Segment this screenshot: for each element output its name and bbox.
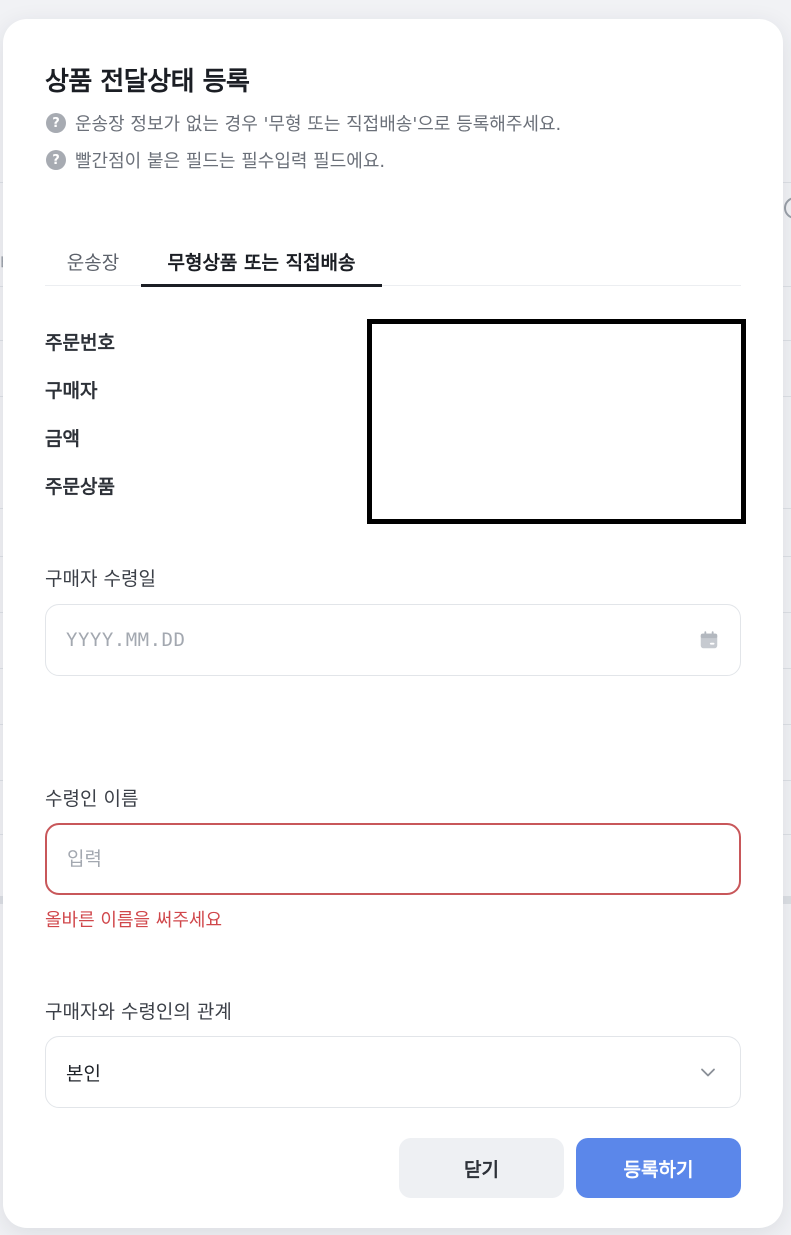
buyer-label: 구매자: [45, 380, 98, 402]
notice-required: ? 빨간점이 붙은 필드는 필수입력 필드에요.: [46, 147, 385, 173]
relationship-selected-value: 본인: [66, 1062, 101, 1085]
question-icon: ?: [46, 150, 66, 170]
bg-circle-icon: [784, 197, 791, 219]
relationship-select[interactable]: 본인: [45, 1036, 741, 1108]
order-number-label: 주문번호: [45, 332, 115, 354]
delivery-status-modal: 상품 전달상태 등록 ? 운송장 정보가 없는 경우 '무형 또는 직접배송'으…: [3, 19, 783, 1228]
redacted-order-info: [367, 319, 746, 524]
question-icon: ?: [46, 113, 66, 133]
relationship-label: 구매자와 수령인의 관계: [45, 1001, 232, 1023]
amount-label: 금액: [45, 428, 80, 450]
receive-date-field[interactable]: [45, 604, 741, 676]
calendar-icon[interactable]: [698, 629, 720, 651]
tab-tracking-number[interactable]: 운송장: [45, 237, 141, 286]
order-product-label: 주문상품: [45, 476, 115, 498]
tab-intangible-direct[interactable]: 무형상품 또는 직접배송: [141, 237, 382, 287]
modal-title: 상품 전달상태 등록: [45, 67, 250, 97]
receiver-name-input[interactable]: [67, 848, 719, 870]
delivery-type-tabs: 운송장 무형상품 또는 직접배송: [45, 237, 741, 287]
notice-text: 빨간점이 붙은 필드는 필수입력 필드에요.: [75, 151, 386, 172]
receiver-name-label: 수령인 이름: [45, 788, 139, 810]
submit-button[interactable]: 등록하기: [576, 1138, 741, 1198]
close-button[interactable]: 닫기: [399, 1138, 564, 1198]
receiver-name-field[interactable]: [45, 823, 741, 895]
chevron-down-icon: [701, 1068, 715, 1077]
notice-text: 운송장 정보가 없는 경우 '무형 또는 직접배송'으로 등록해주세요.: [75, 114, 562, 135]
receive-date-input[interactable]: [66, 629, 698, 651]
notice-tracking: ? 운송장 정보가 없는 경우 '무형 또는 직접배송'으로 등록해주세요.: [46, 110, 561, 136]
receive-date-label: 구매자 수령일: [45, 568, 156, 590]
receiver-name-error: 올바른 이름을 써주세요: [45, 910, 223, 931]
